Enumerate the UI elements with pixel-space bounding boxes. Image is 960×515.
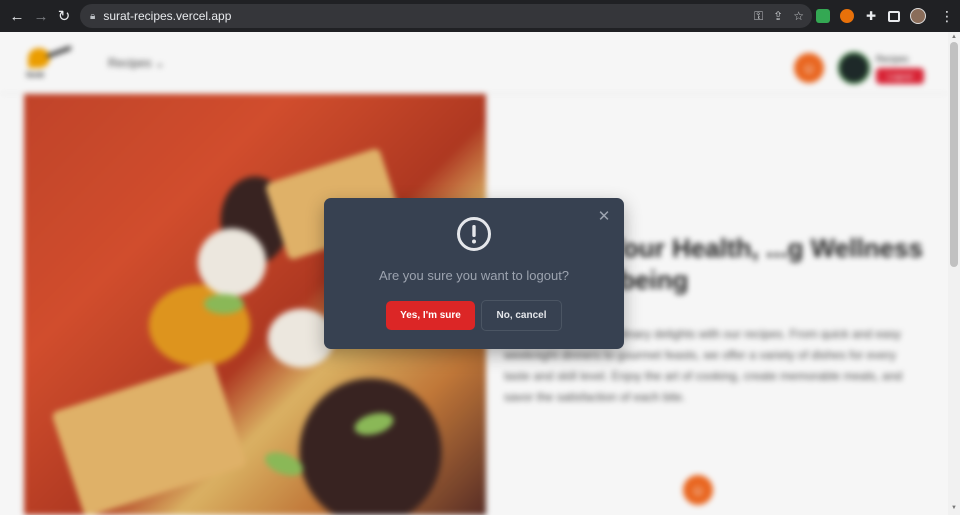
- star-icon[interactable]: ☆: [793, 9, 804, 23]
- exclamation-circle-icon: [457, 217, 491, 251]
- page-scrollbar[interactable]: ▲ ▼: [948, 32, 960, 515]
- key-icon[interactable]: ⚿: [754, 9, 763, 24]
- back-icon[interactable]: ←: [6, 5, 28, 27]
- confirm-logout-button[interactable]: Yes, I'm sure: [386, 301, 475, 330]
- share-icon[interactable]: ⇪: [773, 9, 783, 23]
- dialog-message: Are you sure you want to logout?: [378, 268, 570, 283]
- address-bar[interactable]: 🔒︎ surat-recipes.vercel.app ⚿ ⇪ ☆: [80, 4, 812, 28]
- forward-icon[interactable]: →: [30, 5, 52, 27]
- browser-toolbar: ← → ↻ 🔒︎ surat-recipes.vercel.app ⚿ ⇪ ☆ …: [0, 0, 960, 32]
- side-panel-icon[interactable]: [888, 10, 900, 22]
- scroll-thumb[interactable]: [950, 42, 958, 267]
- cookie-extension-icon[interactable]: [840, 9, 854, 23]
- reload-icon[interactable]: ↻: [53, 5, 75, 27]
- menu-icon[interactable]: ⋮: [940, 8, 954, 25]
- scroll-up-icon[interactable]: ▲: [950, 33, 958, 41]
- extension-icon[interactable]: [816, 9, 830, 23]
- lock-icon[interactable]: 🔒︎: [90, 11, 95, 22]
- profile-avatar[interactable]: [910, 8, 926, 24]
- url-text[interactable]: surat-recipes.vercel.app: [103, 9, 231, 23]
- puzzle-icon[interactable]: ✚: [864, 9, 878, 23]
- close-icon[interactable]: ✕: [596, 208, 612, 225]
- scroll-down-icon[interactable]: ▼: [950, 504, 958, 512]
- cancel-button[interactable]: No, cancel: [481, 300, 562, 331]
- logout-confirm-dialog: ✕ Are you sure you want to logout? Yes, …: [324, 198, 624, 349]
